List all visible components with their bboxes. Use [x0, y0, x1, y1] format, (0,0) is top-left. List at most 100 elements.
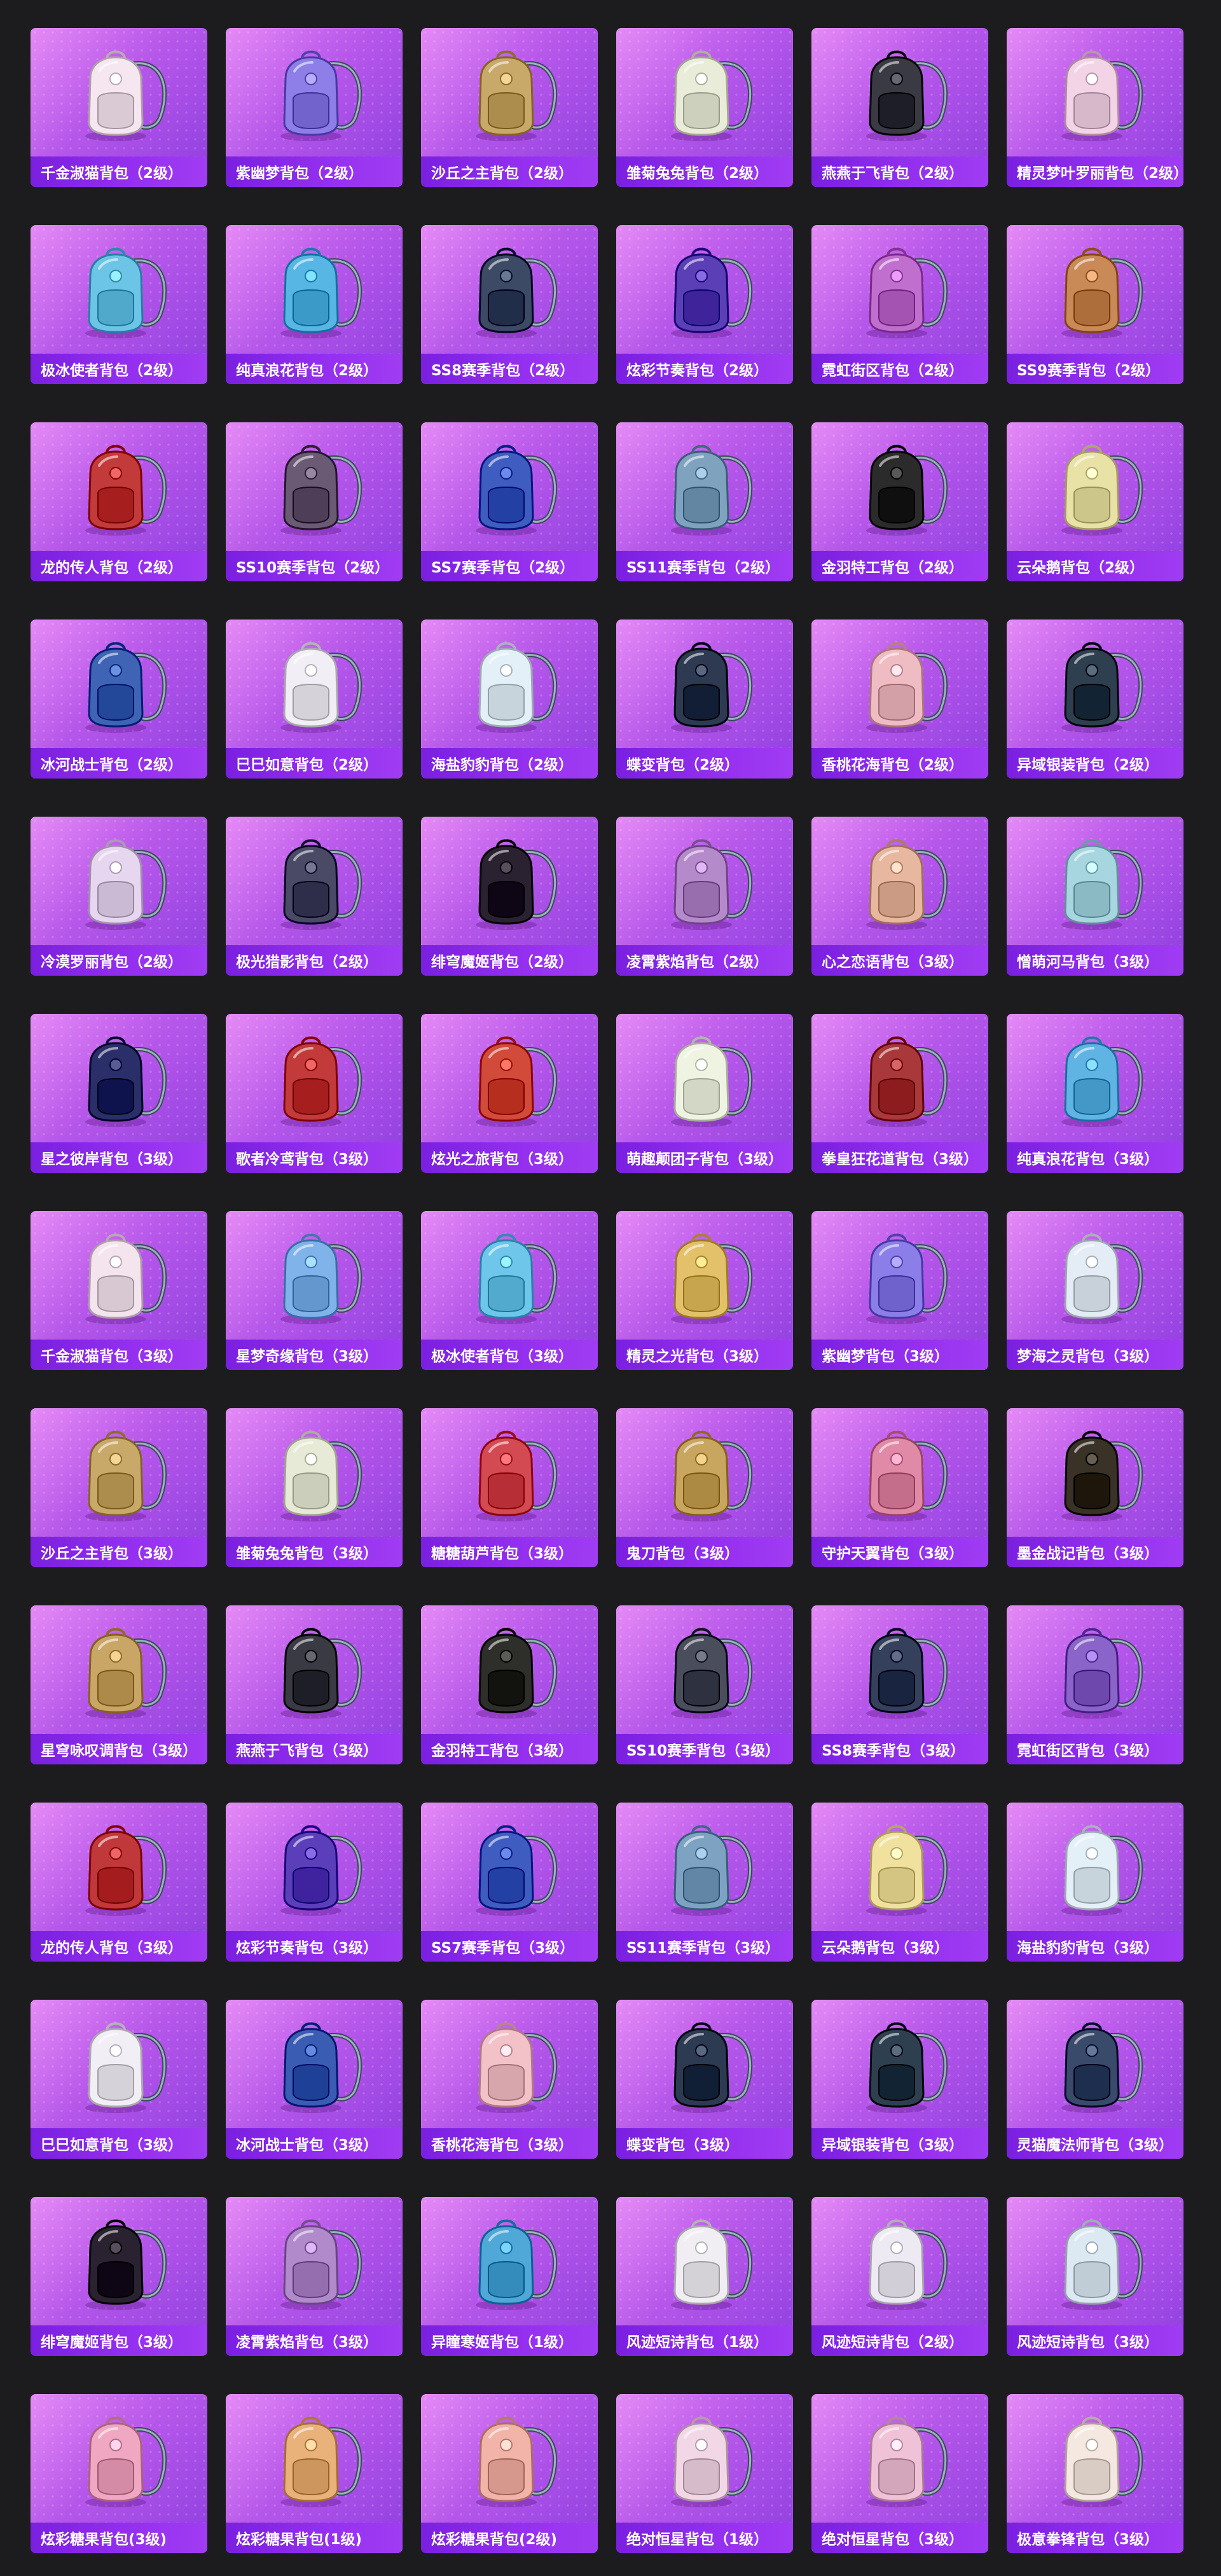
backpack-card[interactable]: 千金淑猫背包（2级） [31, 28, 207, 187]
backpack-card[interactable]: 极光猎影背包（2级） [226, 817, 403, 976]
backpack-card[interactable]: 蝶变背包（3级） [616, 2000, 793, 2159]
backpack-card[interactable]: 炫彩糖果背包(2级) [421, 2394, 598, 2553]
backpack-card[interactable]: 风迹短诗背包（1级） [616, 2197, 793, 2356]
backpack-card[interactable]: 精灵之光背包（3级） [616, 1211, 793, 1370]
backpack-card[interactable]: 巳巳如意背包（3级） [31, 2000, 207, 2159]
backpack-name: 千金淑猫背包（3级） [41, 1348, 183, 1365]
backpack-card[interactable]: 香桃花海背包（2级） [811, 620, 988, 779]
backpack-name: 精灵梦叶罗丽背包（2级） [1017, 165, 1183, 182]
label-bar: 金羽特工背包（3级） [421, 1734, 598, 1764]
backpack-card[interactable]: 霓虹街区背包（3级） [1007, 1605, 1183, 1764]
backpack-card[interactable]: 沙丘之主背包（3级） [31, 1408, 207, 1567]
backpack-card[interactable]: 极冰使者背包（2级） [31, 225, 207, 384]
label-bar: 燕燕于飞背包（2级） [811, 156, 988, 187]
label-bar: 冰河战士背包（2级） [31, 748, 207, 779]
backpack-card[interactable]: 极意拳锋背包（3级） [1007, 2394, 1183, 2553]
backpack-card[interactable]: 千金淑猫背包（3级） [31, 1211, 207, 1370]
label-bar: SS11赛季背包（2级） [616, 551, 793, 581]
backpack-card[interactable]: 紫幽梦背包（2级） [226, 28, 403, 187]
backpack-card[interactable]: 憎萌河马背包（3级） [1007, 817, 1183, 976]
backpack-card[interactable]: 炫彩节奏背包（2级） [616, 225, 793, 384]
backpack-name: 精灵之光背包（3级） [626, 1348, 769, 1365]
backpack-card[interactable]: 星梦奇缘背包（3级） [226, 1211, 403, 1370]
backpack-card[interactable]: 灵猫魔法师背包（3级） [1007, 2000, 1183, 2159]
backpack-card[interactable]: 拳皇狂花道背包（3级） [811, 1014, 988, 1173]
backpack-card[interactable]: 萌趣颠团子背包（3级） [616, 1014, 793, 1173]
backpack-card[interactable]: 蝶变背包（2级） [616, 620, 793, 779]
backpack-card[interactable]: 星穹咏叹调背包（3级） [31, 1605, 207, 1764]
backpack-name: 风迹短诗背包（1级） [626, 2334, 769, 2351]
backpack-card[interactable]: 绝对恒星背包（1级） [616, 2394, 793, 2553]
backpack-card[interactable]: 纯真浪花背包（2级） [226, 225, 403, 384]
backpack-card[interactable]: SS8赛季背包（3级） [811, 1605, 988, 1764]
backpack-card[interactable]: SS10赛季背包（3级） [616, 1605, 793, 1764]
backpack-card[interactable]: 炫彩糖果背包(1级) [226, 2394, 403, 2553]
backpack-card[interactable]: 精灵梦叶罗丽背包（2级） [1007, 28, 1183, 187]
backpack-card[interactable]: 糖糖葫芦背包（3级） [421, 1408, 598, 1567]
backpack-card[interactable]: 梦海之灵背包（3级） [1007, 1211, 1183, 1370]
backpack-card[interactable]: 沙丘之主背包（2级） [421, 28, 598, 187]
backpack-card[interactable]: 香桃花海背包（3级） [421, 2000, 598, 2159]
backpack-card[interactable]: 绯穹魔姬背包（2级） [421, 817, 598, 976]
backpack-card[interactable]: 冰河战士背包（3级） [226, 2000, 403, 2159]
backpack-card[interactable]: 云朵鹅背包（2级） [1007, 422, 1183, 581]
backpack-card[interactable]: 雏菊兔兔背包（3级） [226, 1408, 403, 1567]
backpack-card[interactable]: 海盐豹豹背包（3级） [1007, 1803, 1183, 1962]
backpack-card[interactable]: 凌霄紫焰背包（3级） [226, 2197, 403, 2356]
label-bar: 纯真浪花背包（2级） [226, 354, 403, 384]
backpack-card[interactable]: SS7赛季背包（2级） [421, 422, 598, 581]
backpack-card[interactable]: 霓虹街区背包（2级） [811, 225, 988, 384]
backpack-card[interactable]: 燕燕于飞背包（3级） [226, 1605, 403, 1764]
backpack-card[interactable]: SS11赛季背包（3级） [616, 1803, 793, 1962]
backpack-name: 凌霄紫焰背包（2级） [626, 954, 769, 971]
backpack-card[interactable]: SS9赛季背包（2级） [1007, 225, 1183, 384]
backpack-card[interactable]: 炫彩糖果背包(3级) [31, 2394, 207, 2553]
label-bar: 龙的传人背包（2级） [31, 551, 207, 581]
backpack-name: 心之恋语背包（3级） [822, 954, 964, 971]
label-bar: 风迹短诗背包（2级） [811, 2325, 988, 2356]
backpack-card[interactable]: 心之恋语背包（3级） [811, 817, 988, 976]
backpack-card[interactable]: 绝对恒星背包（3级） [811, 2394, 988, 2553]
backpack-card[interactable]: 冷漠罗丽背包（2级） [31, 817, 207, 976]
backpack-card[interactable]: 龙的传人背包（3级） [31, 1803, 207, 1962]
backpack-card[interactable]: 冰河战士背包（2级） [31, 620, 207, 779]
backpack-card[interactable]: 炫光之旅背包（3级） [421, 1014, 598, 1173]
backpack-card[interactable]: 风迹短诗背包（3级） [1007, 2197, 1183, 2356]
backpack-card[interactable]: SS7赛季背包（3级） [421, 1803, 598, 1962]
label-bar: 梦海之灵背包（3级） [1007, 1340, 1183, 1370]
backpack-name: 墨金战记背包（3级） [1017, 1546, 1159, 1562]
backpack-card[interactable]: 鬼刀背包（3级） [616, 1408, 793, 1567]
backpack-card[interactable]: 绯穹魔姬背包（3级） [31, 2197, 207, 2356]
backpack-card[interactable]: 墨金战记背包（3级） [1007, 1408, 1183, 1567]
backpack-card[interactable]: 巳巳如意背包（2级） [226, 620, 403, 779]
backpack-card[interactable]: SS11赛季背包（2级） [616, 422, 793, 581]
backpack-name: 绝对恒星背包（1级） [626, 2531, 769, 2548]
backpack-name: 糖糖葫芦背包（3级） [431, 1546, 574, 1562]
backpack-card[interactable]: SS10赛季背包（2级） [226, 422, 403, 581]
backpack-card[interactable]: 风迹短诗背包（2级） [811, 2197, 988, 2356]
backpack-card[interactable]: 紫幽梦背包（3级） [811, 1211, 988, 1370]
label-bar: SS7赛季背包（3级） [421, 1931, 598, 1962]
backpack-card[interactable]: 金羽特工背包（2级） [811, 422, 988, 581]
backpack-card[interactable]: 星之彼岸背包（3级） [31, 1014, 207, 1173]
backpack-card[interactable]: 极冰使者背包（3级） [421, 1211, 598, 1370]
backpack-card[interactable]: 异域银装背包（2级） [1007, 620, 1183, 779]
backpack-card[interactable]: 海盐豹豹背包（2级） [421, 620, 598, 779]
backpack-card[interactable]: 燕燕于飞背包（2级） [811, 28, 988, 187]
backpack-card[interactable]: 守护天翼背包（3级） [811, 1408, 988, 1567]
backpack-card[interactable]: SS8赛季背包（2级） [421, 225, 598, 384]
backpack-card[interactable]: 云朵鹅背包（3级） [811, 1803, 988, 1962]
backpack-name: 巳巳如意背包（3级） [41, 2137, 183, 2154]
backpack-card[interactable]: 纯真浪花背包（3级） [1007, 1014, 1183, 1173]
backpack-name: SS7赛季背包（3级） [431, 1940, 575, 1956]
backpack-card[interactable]: 龙的传人背包（2级） [31, 422, 207, 581]
backpack-card[interactable]: 金羽特工背包（3级） [421, 1605, 598, 1764]
backpack-card[interactable]: 异瞳寒姬背包（1级） [421, 2197, 598, 2356]
backpack-card[interactable]: 歌者冷鸢背包（3级） [226, 1014, 403, 1173]
label-bar: 沙丘之主背包（2级） [421, 156, 598, 187]
backpack-card[interactable]: 炫彩节奏背包（3级） [226, 1803, 403, 1962]
backpack-card[interactable]: 异域银装背包（3级） [811, 2000, 988, 2159]
backpack-card[interactable]: 雏菊兔兔背包（2级） [616, 28, 793, 187]
backpack-card[interactable]: 凌霄紫焰背包（2级） [616, 817, 793, 976]
backpack-name: 沙丘之主背包（2级） [431, 165, 574, 182]
